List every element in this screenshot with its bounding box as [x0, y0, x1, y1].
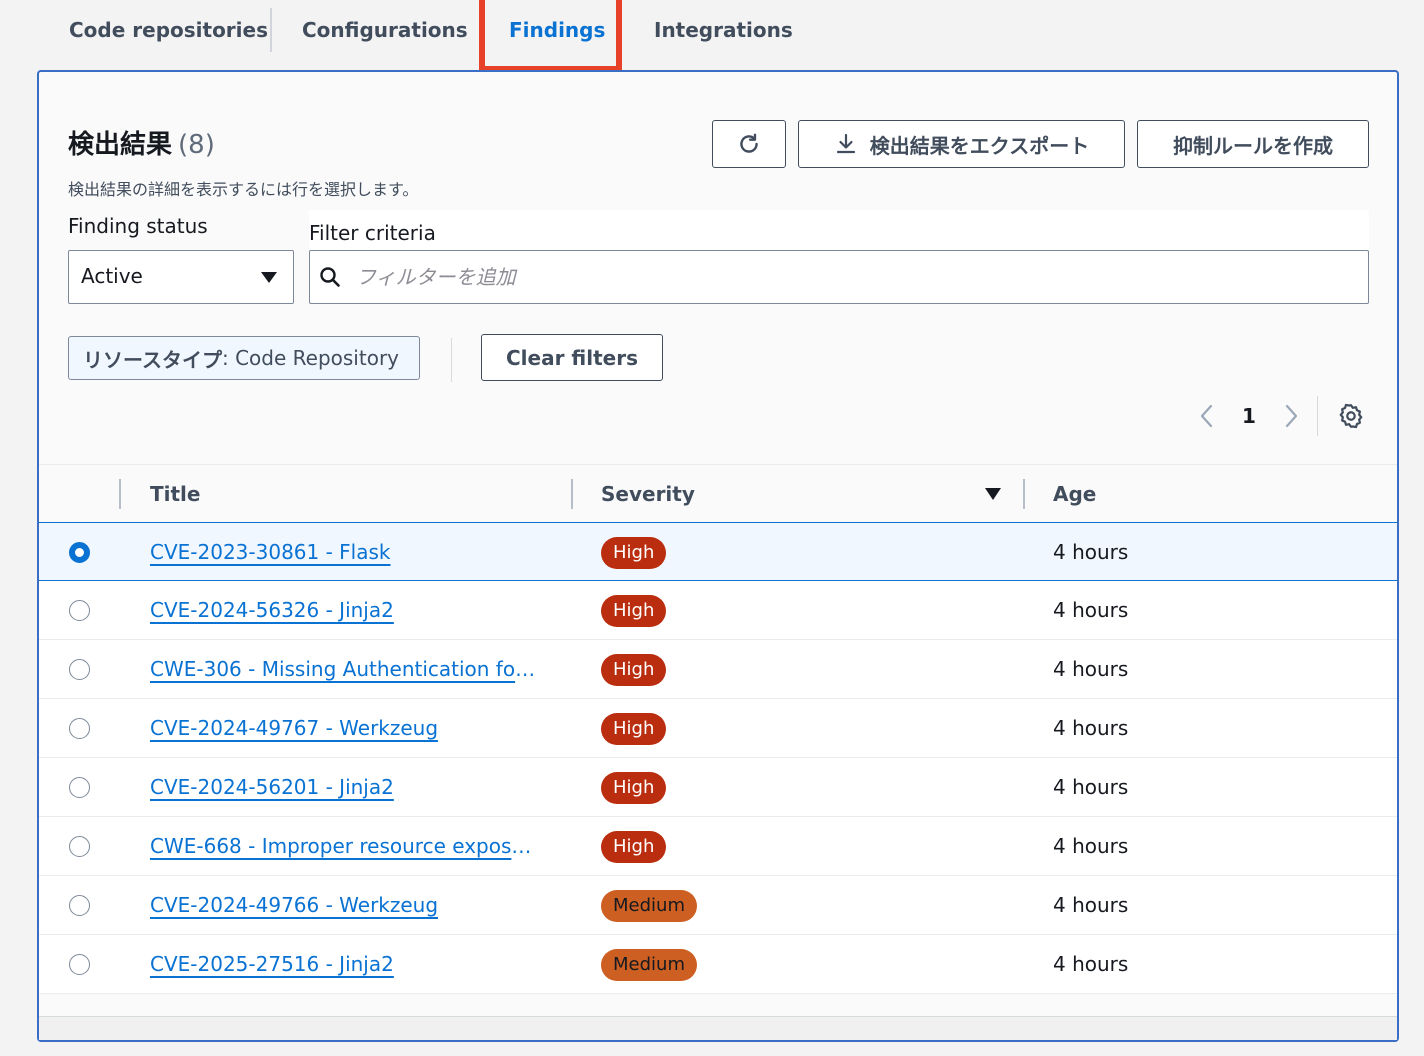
finding-title-link[interactable]: CWE-306 - Missing Authentication for Cri… [150, 640, 540, 699]
finding-title-link[interactable]: CVE-2023-30861 - Flask [150, 523, 391, 582]
table-row[interactable]: CWE-306 - Missing Authentication for Cri… [39, 640, 1397, 699]
findings-panel: 検出結果(8) 検出結果の詳細を表示するには行を選択します。 検出結果をエクスポ… [37, 70, 1399, 1042]
column-header-severity[interactable]: Severity [601, 465, 695, 523]
column-divider [1023, 479, 1025, 509]
row-radio[interactable] [69, 895, 90, 916]
page-title-text: 検出結果 [68, 130, 172, 160]
tab-divider [270, 8, 272, 52]
search-icon [318, 265, 342, 289]
row-radio[interactable] [69, 954, 90, 975]
findings-tab-highlight [479, 0, 622, 72]
row-radio[interactable] [69, 836, 90, 857]
severity-badge: Medium [601, 890, 697, 922]
finding-title-link[interactable]: CVE-2024-56201 - Jinja2 [150, 758, 394, 817]
row-radio[interactable] [69, 777, 90, 798]
finding-age: 4 hours [1053, 817, 1128, 876]
column-divider [571, 479, 573, 509]
severity-badge: High [601, 713, 666, 745]
filter-criteria-label: Filter criteria [309, 221, 436, 245]
column-header-title[interactable]: Title [150, 465, 200, 523]
table-row[interactable]: CVE-2024-56201 - Jinja2 High 4 hours [39, 758, 1397, 817]
filter-token-value: : Code Repository [222, 346, 399, 370]
chevron-left-icon[interactable] [1197, 403, 1217, 429]
table-row[interactable]: CWE-668 - Improper resource exposure Hig… [39, 817, 1397, 876]
filter-header [309, 210, 1369, 250]
row-radio[interactable] [69, 600, 90, 621]
column-divider [119, 479, 121, 509]
findings-count: (8) [178, 130, 215, 160]
tab-configurations[interactable]: Configurations [302, 0, 468, 62]
finding-title-link[interactable]: CVE-2024-49766 - Werkzeug [150, 876, 438, 935]
page-title: 検出結果(8) [68, 124, 215, 161]
finding-title-link[interactable]: CWE-668 - Improper resource exposure [150, 817, 540, 876]
table-row[interactable]: CVE-2024-49767 - Werkzeug High 4 hours [39, 699, 1397, 758]
filter-criteria-input[interactable] [354, 257, 1344, 297]
severity-badge: High [601, 595, 666, 627]
finding-age: 4 hours [1053, 758, 1128, 817]
current-page-number[interactable]: 1 [1242, 404, 1256, 428]
severity-badge: High [601, 831, 666, 863]
finding-status-select[interactable]: Active [68, 250, 294, 304]
create-suppression-rule-label: 抑制ルールを作成 [1173, 130, 1333, 159]
finding-age: 4 hours [1053, 935, 1128, 994]
table-row[interactable]: CVE-2024-56326 - Jinja2 High 4 hours [39, 581, 1397, 640]
clear-filters-label: Clear filters [506, 346, 638, 370]
create-suppression-rule-button[interactable]: 抑制ルールを作成 [1137, 120, 1369, 168]
row-radio[interactable] [69, 542, 90, 563]
finding-title-link[interactable]: CVE-2024-56326 - Jinja2 [150, 581, 394, 640]
clear-filters-button[interactable]: Clear filters [481, 334, 663, 381]
page-description: 検出結果の詳細を表示するには行を選択します。 [68, 176, 418, 200]
export-findings-label: 検出結果をエクスポート [870, 130, 1089, 159]
chevron-right-icon[interactable] [1281, 403, 1301, 429]
finding-age: 4 hours [1053, 640, 1128, 699]
export-findings-button[interactable]: 検出結果をエクスポート [798, 120, 1125, 168]
severity-badge: High [601, 654, 666, 686]
filter-divider [451, 338, 452, 382]
filter-criteria-field[interactable] [309, 250, 1369, 304]
finding-status-label: Finding status [68, 214, 208, 238]
filter-token-key: リソースタイプ [83, 344, 222, 373]
refresh-button[interactable] [712, 120, 786, 168]
settings-gear-icon[interactable] [1337, 402, 1365, 430]
sort-descending-icon[interactable] [985, 488, 1001, 500]
panel-footer [39, 1016, 1397, 1040]
severity-badge: High [601, 772, 666, 804]
tab-bar: Code repositories Configurations Finding… [0, 0, 1424, 62]
finding-status-value: Active [81, 264, 143, 288]
resource-type-filter-token[interactable]: リソースタイプ: Code Repository [68, 336, 420, 380]
row-radio[interactable] [69, 718, 90, 739]
table-row[interactable]: CVE-2024-49766 - Werkzeug Medium 4 hours [39, 876, 1397, 935]
findings-table-body: CVE-2023-30861 - Flask High 4 hours CVE-… [39, 522, 1397, 994]
tab-integrations[interactable]: Integrations [654, 0, 793, 62]
finding-title-link[interactable]: CVE-2024-49767 - Werkzeug [150, 699, 438, 758]
finding-age: 4 hours [1053, 699, 1128, 758]
caret-down-icon [261, 272, 277, 283]
refresh-icon [736, 131, 762, 157]
severity-badge: Medium [601, 949, 697, 981]
finding-age: 4 hours [1053, 523, 1128, 582]
finding-age: 4 hours [1053, 581, 1128, 640]
severity-badge: High [601, 537, 666, 569]
column-header-age[interactable]: Age [1053, 465, 1096, 523]
pager-divider [1317, 396, 1318, 436]
table-row[interactable]: CVE-2023-30861 - Flask High 4 hours [39, 522, 1397, 581]
row-radio[interactable] [69, 659, 90, 680]
finding-title-link[interactable]: CVE-2025-27516 - Jinja2 [150, 935, 394, 994]
finding-age: 4 hours [1053, 876, 1128, 935]
table-row[interactable]: CVE-2025-27516 - Jinja2 Medium 4 hours [39, 935, 1397, 994]
download-icon [834, 132, 858, 156]
tab-code-repositories[interactable]: Code repositories [69, 0, 268, 62]
table-header: Title Severity Age [39, 464, 1397, 522]
